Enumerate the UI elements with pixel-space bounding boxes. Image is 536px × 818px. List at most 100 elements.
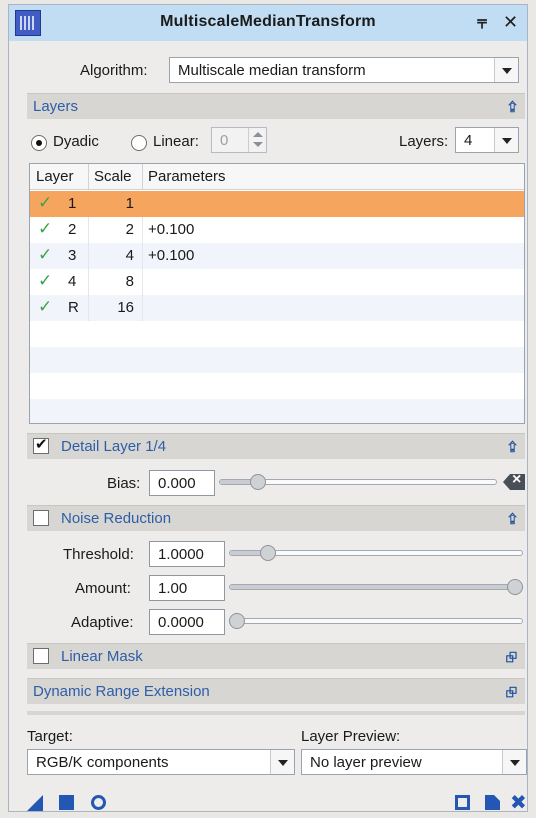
layers-section-header[interactable]: Layers ⮸: [27, 93, 525, 119]
bias-label: Bias:: [107, 475, 141, 492]
algorithm-select[interactable]: Multiscale median transform: [169, 57, 519, 83]
bias-input[interactable]: 0.000: [149, 470, 215, 496]
divider: [27, 711, 525, 715]
row-params: +0.100: [148, 247, 195, 264]
clear-bias-icon[interactable]: [503, 474, 525, 490]
target-value: RGB/K components: [36, 754, 169, 771]
table-row[interactable]: ✓ 1 1: [30, 191, 524, 217]
row-params: +0.100: [148, 221, 195, 238]
apply-global-icon[interactable]: [59, 795, 74, 810]
row-layer: 3: [68, 247, 77, 264]
expand-section-icon[interactable]: ⮺: [506, 647, 517, 671]
table-header: Layer Scale Parameters: [30, 164, 524, 190]
table-row-empty: [30, 373, 524, 399]
bias-value: 0.000: [158, 475, 196, 492]
target-label: Target:: [27, 728, 73, 745]
linear-radio[interactable]: [131, 135, 147, 151]
layers-table[interactable]: Layer Scale Parameters ✓ 1 1 ✓ 2 2 +0.10…: [29, 163, 525, 424]
check-icon[interactable]: ✓: [38, 193, 52, 213]
table-row-empty: [30, 321, 524, 347]
linear-mask-title: Linear Mask: [61, 648, 143, 665]
algorithm-label: Algorithm:: [80, 62, 148, 79]
bias-slider-handle[interactable]: [250, 474, 267, 490]
row-layer: 2: [68, 221, 77, 238]
detail-layer-section-header[interactable]: Detail Layer 1/4 ⮸: [27, 433, 525, 459]
linear-value: 0: [220, 132, 229, 149]
reset-icon[interactable]: [485, 795, 500, 810]
layers-count-label: Layers:: [399, 133, 449, 150]
table-row[interactable]: ✓ R 16: [30, 295, 524, 321]
linear-mask-checkbox[interactable]: [33, 648, 49, 664]
column-header-layer[interactable]: Layer: [36, 168, 74, 185]
table-row[interactable]: ✓ 4 8: [30, 269, 524, 295]
check-icon[interactable]: ✓: [38, 297, 52, 317]
table-row-empty: [30, 399, 524, 423]
window-title: MultiscaleMedianTransform: [160, 13, 376, 30]
chevron-down-icon: [502, 750, 526, 774]
row-scale: 4: [125, 247, 134, 264]
row-scale: 2: [125, 221, 134, 238]
dynamic-range-title: Dynamic Range Extension: [33, 683, 210, 700]
real-time-preview-icon[interactable]: [91, 795, 106, 810]
amount-value: 1.00: [158, 580, 188, 597]
threshold-slider-fill: [230, 551, 263, 555]
new-instance-icon[interactable]: [27, 795, 43, 811]
table-row[interactable]: ✓ 2 2 +0.100: [30, 217, 524, 243]
collapse-icon[interactable]: ⮸: [508, 97, 517, 121]
row-scale: 8: [125, 273, 134, 290]
expand-section-icon[interactable]: ⮺: [506, 682, 517, 706]
dynamic-range-section-header[interactable]: Dynamic Range Extension ⮺: [27, 678, 525, 704]
collapse-icon[interactable]: ⮸: [508, 509, 517, 533]
row-layer: 4: [68, 273, 77, 290]
check-icon[interactable]: ✓: [38, 271, 52, 291]
layers-count-select[interactable]: 4: [455, 127, 519, 153]
close-icon[interactable]: ✕: [503, 11, 518, 33]
dyadic-label: Dyadic: [53, 133, 99, 150]
adaptive-slider-track[interactable]: [229, 618, 523, 624]
chevron-down-icon: [494, 128, 518, 152]
table-row-empty: [30, 347, 524, 373]
row-layer: R: [68, 299, 79, 316]
noise-reduction-checkbox[interactable]: [33, 510, 49, 526]
layer-preview-select[interactable]: No layer preview: [301, 749, 527, 775]
layer-preview-value: No layer preview: [310, 754, 422, 771]
threshold-value: 1.0000: [158, 546, 204, 563]
browse-docs-icon[interactable]: [455, 795, 470, 810]
detail-layer-title: Detail Layer 1/4: [61, 438, 167, 455]
linear-stepper[interactable]: 0: [211, 127, 267, 153]
threshold-slider-handle[interactable]: [259, 545, 276, 561]
adaptive-label: Adaptive:: [71, 614, 134, 631]
pin-icon[interactable]: ⫧: [477, 11, 487, 33]
check-icon[interactable]: ✓: [38, 219, 52, 239]
row-scale: 1: [125, 195, 134, 212]
chevron-down-icon: [270, 750, 294, 774]
adaptive-input[interactable]: 0.0000: [149, 609, 225, 635]
noise-reduction-section-header[interactable]: Noise Reduction ⮸: [27, 505, 525, 531]
check-icon[interactable]: ✓: [38, 245, 52, 265]
row-layer: 1: [68, 195, 77, 212]
column-header-parameters[interactable]: Parameters: [148, 168, 226, 185]
amount-slider-fill: [230, 585, 522, 589]
linear-mask-section-header[interactable]: Linear Mask ⮺: [27, 643, 525, 669]
expand-icon[interactable]: ✖: [510, 790, 527, 815]
target-select[interactable]: RGB/K components: [27, 749, 295, 775]
chevron-down-icon: [494, 58, 518, 82]
adaptive-slider-handle[interactable]: [229, 613, 245, 629]
collapse-icon[interactable]: ⮸: [508, 437, 517, 461]
threshold-input[interactable]: 1.0000: [149, 541, 225, 567]
amount-slider-handle[interactable]: [507, 579, 523, 595]
process-window: MultiscaleMedianTransform ⫧ ✕ Algorithm:…: [8, 4, 528, 815]
detail-layer-checkbox[interactable]: [33, 435, 49, 454]
stepper-arrows-icon[interactable]: [248, 128, 266, 152]
row-scale: 16: [117, 299, 134, 316]
adaptive-value: 0.0000: [158, 614, 204, 631]
column-header-scale[interactable]: Scale: [94, 168, 132, 185]
table-row[interactable]: ✓ 3 4 +0.100: [30, 243, 524, 269]
amount-input[interactable]: 1.00: [149, 575, 225, 601]
amount-slider-track[interactable]: [229, 584, 523, 590]
dyadic-radio[interactable]: [31, 135, 47, 151]
layers-section-title: Layers: [33, 98, 79, 115]
title-bar[interactable]: MultiscaleMedianTransform ⫧ ✕: [9, 5, 527, 41]
noise-reduction-title: Noise Reduction: [61, 510, 172, 527]
bias-slider-fill: [220, 480, 254, 484]
